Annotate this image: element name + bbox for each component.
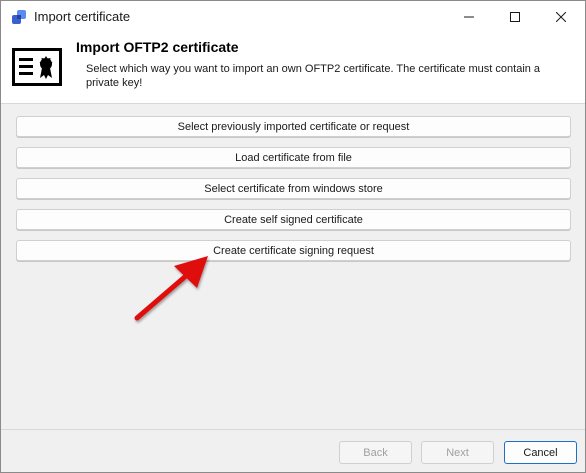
cancel-button[interactable]: Cancel [504, 441, 577, 464]
title-bar[interactable]: Import certificate [1, 1, 585, 32]
minimize-button[interactable] [446, 1, 492, 32]
header-description: Select which way you want to import an o… [86, 63, 541, 89]
window-title: Import certificate [34, 9, 131, 24]
footer-divider [1, 429, 585, 430]
back-button[interactable]: Back [339, 441, 412, 464]
create-signing-request-button[interactable]: Create certificate signing request [16, 240, 571, 261]
minimize-icon [464, 16, 474, 17]
close-button[interactable] [538, 1, 584, 32]
import-certificate-dialog: Import certificate Import OFTP2 certific… [0, 0, 586, 473]
maximize-icon [510, 11, 520, 22]
next-button[interactable]: Next [421, 441, 494, 464]
app-icon [12, 10, 26, 24]
create-self-signed-button[interactable]: Create self signed certificate [16, 209, 571, 230]
certificate-icon [12, 48, 62, 86]
maximize-button[interactable] [492, 1, 538, 32]
select-previous-certificate-button[interactable]: Select previously imported certificate o… [16, 116, 571, 137]
red-arrow-icon [134, 256, 208, 321]
close-icon [556, 11, 566, 22]
header-title: Import OFTP2 certificate [76, 39, 239, 55]
select-from-windows-store-button[interactable]: Select certificate from windows store [16, 178, 571, 199]
load-from-file-button[interactable]: Load certificate from file [16, 147, 571, 168]
dialog-header: Import OFTP2 certificate Select which wa… [1, 32, 585, 104]
